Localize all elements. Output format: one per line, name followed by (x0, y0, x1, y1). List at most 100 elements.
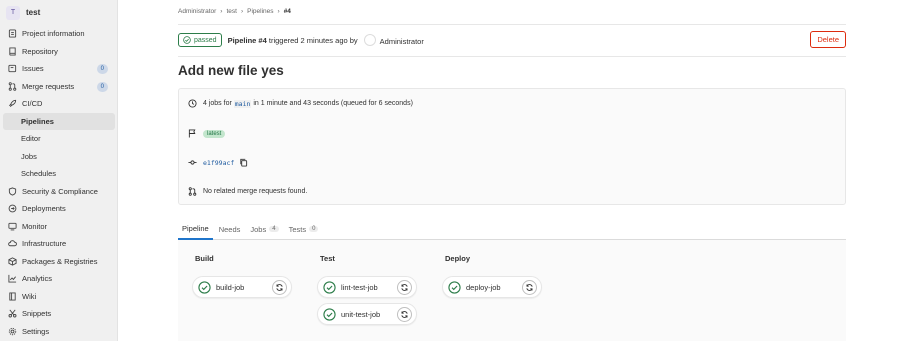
chart-icon (8, 274, 17, 283)
sidebar-item-snippets[interactable]: Snippets (0, 305, 118, 323)
breadcrumb-separator: › (277, 8, 280, 15)
project-header[interactable]: T test (6, 5, 40, 20)
breadcrumb-separator: › (240, 8, 244, 15)
status-badge[interactable]: passed (178, 33, 222, 47)
copy-icon[interactable] (239, 158, 248, 167)
sidebar-item-issues[interactable]: Issues 0 (0, 60, 118, 78)
sidebar-item-deployments[interactable]: Deployments (0, 200, 118, 218)
repository-icon (8, 47, 17, 56)
sidebar-item-label: Deployments (22, 204, 66, 214)
sidebar-item-pipelines[interactable]: Pipelines (3, 112, 115, 130)
sidebar-nav: Project information Repository Issues 0 … (0, 25, 118, 340)
sidebar-item-settings[interactable]: Settings (0, 323, 118, 341)
project-avatar: T (6, 5, 20, 20)
sidebar-item-jobs[interactable]: Jobs (0, 148, 118, 166)
tab-label: Pipeline (182, 223, 209, 233)
retry-icon (526, 284, 533, 291)
check-circle-icon (448, 280, 461, 294)
tab-tests[interactable]: Tests 0 (285, 218, 323, 240)
check-circle-icon (323, 307, 336, 321)
jobs-suffix: in 1 minute and 43 seconds (queued for 6… (253, 100, 413, 107)
triggered-by-user[interactable]: Administrator (380, 37, 424, 46)
stage-title-build: Build (195, 254, 214, 263)
jobs-duration-row: 4 jobs for main in 1 minute and 43 secon… (188, 99, 413, 108)
pipeline-graph: Build Test Deploy build-job lint-test-jo… (178, 240, 846, 341)
sidebar-item-monitor[interactable]: Monitor (0, 218, 118, 236)
main-content: Administrator › test › Pipelines › #4 pa… (118, 0, 900, 341)
sidebar-item-label: Settings (22, 326, 50, 336)
retry-button[interactable] (272, 280, 287, 295)
job-label: unit-test-job (341, 309, 381, 319)
sidebar-item-packages-registries[interactable]: Packages & Registries (0, 253, 118, 271)
sidebar-item-analytics[interactable]: Analytics (0, 270, 118, 288)
tab-pipeline[interactable]: Pipeline (178, 218, 213, 240)
sidebar-item-label: Editor (21, 134, 41, 144)
delete-button[interactable]: Delete (810, 31, 846, 48)
branch-link[interactable]: main (233, 99, 252, 108)
sidebar-item-label: Schedules (21, 169, 57, 179)
retry-button[interactable] (397, 307, 412, 322)
commit-sha-link[interactable]: e1f99acf (203, 159, 234, 167)
tags-row: latest (188, 129, 226, 138)
status-label: passed (194, 36, 217, 44)
breadcrumb-current[interactable]: #4 (284, 8, 291, 15)
shield-icon (8, 187, 17, 196)
page-title: Add new file yes (178, 63, 284, 78)
divider (178, 56, 846, 57)
breadcrumb-item-project[interactable]: test (226, 8, 236, 15)
issues-count-badge: 0 (96, 64, 108, 74)
tab-label: Tests (288, 224, 307, 234)
monitor-icon (8, 222, 17, 231)
sidebar-item-label: Analytics (22, 274, 53, 284)
triggered-text: triggered 2 minutes ago by (268, 35, 358, 45)
sidebar-item-label: Project information (22, 29, 85, 39)
issues-icon (8, 64, 17, 73)
job-build-job[interactable]: build-job (192, 276, 292, 298)
sidebar-item-label: Pipelines (21, 116, 54, 126)
check-circle-icon (198, 280, 211, 294)
breadcrumb: Administrator › test › Pipelines › #4 (178, 8, 291, 15)
merge-request-icon (188, 187, 197, 196)
pipeline-label: Pipeline #4 (227, 35, 267, 45)
deployments-icon (8, 204, 17, 213)
check-circle-icon (323, 280, 336, 294)
sidebar-item-merge-requests[interactable]: Merge requests 0 (0, 78, 118, 96)
breadcrumb-item-administrator[interactable]: Administrator (178, 8, 216, 15)
jobs-prefix: 4 jobs for (203, 100, 232, 107)
sidebar-item-repository[interactable]: Repository (0, 43, 118, 61)
retry-button[interactable] (397, 280, 412, 295)
sidebar-item-security-compliance[interactable]: Security & Compliance (0, 183, 118, 201)
sidebar-item-label: Monitor (22, 221, 48, 231)
retry-icon (401, 311, 408, 318)
sidebar-item-label: Issues (22, 64, 44, 74)
retry-button[interactable] (522, 280, 537, 295)
project-name: test (26, 8, 41, 17)
sidebar-item-project-information[interactable]: Project information (0, 25, 118, 43)
sidebar-item-label: CI/CD (22, 99, 43, 109)
sidebar-item-label: Repository (22, 46, 58, 56)
tab-needs[interactable]: Needs (215, 218, 245, 240)
scissors-icon (8, 309, 17, 318)
sidebar-item-ci-cd[interactable]: CI/CD (0, 95, 118, 113)
tab-label: Jobs (250, 224, 267, 234)
commit-icon (188, 158, 197, 167)
job-label: lint-test-job (341, 282, 378, 292)
rocket-icon (8, 99, 17, 108)
flag-icon (188, 129, 197, 138)
sidebar-item-schedules[interactable]: Schedules (0, 165, 118, 183)
breadcrumb-item-pipelines[interactable]: Pipelines (247, 8, 273, 15)
job-label: build-job (216, 282, 245, 292)
book-icon (8, 292, 17, 301)
tab-jobs[interactable]: Jobs 4 (246, 218, 282, 240)
job-deploy-job[interactable]: deploy-job (442, 276, 542, 298)
job-unit-test-job[interactable]: unit-test-job (317, 303, 417, 325)
merge-request-icon (8, 82, 17, 91)
info-icon (8, 29, 17, 38)
user-avatar[interactable] (363, 34, 376, 46)
sidebar-item-editor[interactable]: Editor (0, 130, 118, 148)
check-circle-icon (183, 36, 191, 44)
job-lint-test-job[interactable]: lint-test-job (317, 276, 417, 298)
sidebar-item-infrastructure[interactable]: Infrastructure (0, 235, 118, 253)
sidebar-item-label: Packages & Registries (22, 256, 98, 266)
sidebar-item-wiki[interactable]: Wiki (0, 288, 118, 306)
